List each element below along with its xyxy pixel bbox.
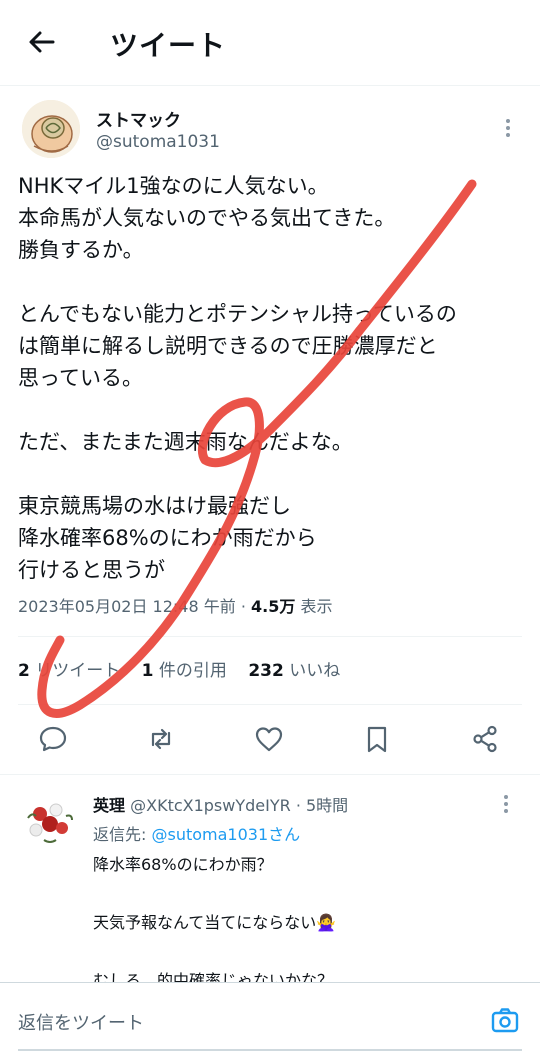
retweets-count: 2 <box>18 661 30 681</box>
reply-composer: 返信をツイート <box>0 982 540 1057</box>
reply-input-underline <box>18 1049 522 1051</box>
camera-button[interactable] <box>490 1005 520 1035</box>
bookmark-icon <box>367 726 387 753</box>
reply-avatar[interactable] <box>20 792 78 850</box>
tweet-text: NHKマイル1強なのに人気ない。 本命馬が人気ないのでやる気出てきた。 勝負する… <box>18 174 457 582</box>
bookmark-button[interactable] <box>362 724 392 754</box>
flower-bouquet-illustration <box>20 792 78 850</box>
reply-time: · 5時間 <box>290 796 349 815</box>
author-name[interactable]: ストマック <box>96 106 181 131</box>
tweet-stats: 2 リツイート 1 件の引用 232 いいね <box>18 656 356 681</box>
reply-to-label: 返信先: <box>93 825 152 844</box>
quotes-stat[interactable]: 1 件の引用 <box>142 661 227 681</box>
comment-icon <box>39 726 67 752</box>
reply-more-button[interactable] <box>496 792 516 816</box>
author-handle[interactable]: @sutoma1031 <box>96 132 220 152</box>
reply-context: 返信先: @sutoma1031さん <box>93 821 300 845</box>
reply-button[interactable] <box>38 724 68 754</box>
top-app-bar: ツイート <box>0 0 540 86</box>
reply-author-handle[interactable]: @XKtcX1pswYdeIYR <box>130 796 291 815</box>
more-vertical-icon <box>504 795 508 813</box>
reply-to-mention[interactable]: @sutoma1031さん <box>151 825 300 844</box>
share-button[interactable] <box>470 724 500 754</box>
reply-author-name[interactable]: 英理 <box>93 796 125 815</box>
retweets-label: リツイート <box>29 661 121 681</box>
retweets-stat[interactable]: 2 リツイート <box>18 661 120 681</box>
reply-input[interactable]: 返信をツイート <box>18 1009 144 1035</box>
main-tweet: ストマック @sutoma1031 NHKマイル1強なのに人気ない。 本命馬が人… <box>18 96 524 616</box>
heart-icon <box>255 727 283 752</box>
camera-icon <box>491 1008 519 1033</box>
retweet-icon <box>151 728 171 750</box>
quotes-label: 件の引用 <box>153 661 227 681</box>
divider <box>18 636 522 637</box>
reply-text: 降水率68%のにわか雨？ 天気予報なんて当てにならない🙅‍♀️ むしろ、的中確率… <box>93 855 337 990</box>
author-avatar[interactable] <box>22 100 80 158</box>
more-vertical-icon <box>506 119 510 137</box>
divider <box>18 704 522 705</box>
retweet-button[interactable] <box>146 724 176 754</box>
tweet-meta: 2023年05月02日 12:48 午前 · 4.5万 表示 <box>18 593 332 617</box>
arrow-left-icon <box>29 31 55 53</box>
views-count: 4.5万 <box>251 597 296 616</box>
meta-separator: · <box>235 597 251 616</box>
share-icon <box>473 725 497 753</box>
divider <box>0 774 540 775</box>
quotes-count: 1 <box>141 661 154 681</box>
reply-header: 英理 @XKtcX1pswYdeIYR · 5時間 <box>93 792 348 816</box>
likes-count: 232 <box>248 661 284 681</box>
views-label: 表示 <box>295 597 333 616</box>
page-title: ツイート <box>110 29 227 62</box>
likes-label: いいね <box>283 661 341 681</box>
tweet-more-button[interactable] <box>498 116 518 140</box>
fist-illustration <box>22 100 80 158</box>
back-button[interactable] <box>24 24 60 60</box>
tweet-author-row: ストマック @sutoma1031 <box>18 96 524 164</box>
tweet-action-bar <box>18 718 522 762</box>
likes-stat[interactable]: 232 いいね <box>248 661 340 681</box>
tweet-timestamp[interactable]: 2023年05月02日 12:48 午前 <box>18 597 236 616</box>
like-button[interactable] <box>254 724 284 754</box>
